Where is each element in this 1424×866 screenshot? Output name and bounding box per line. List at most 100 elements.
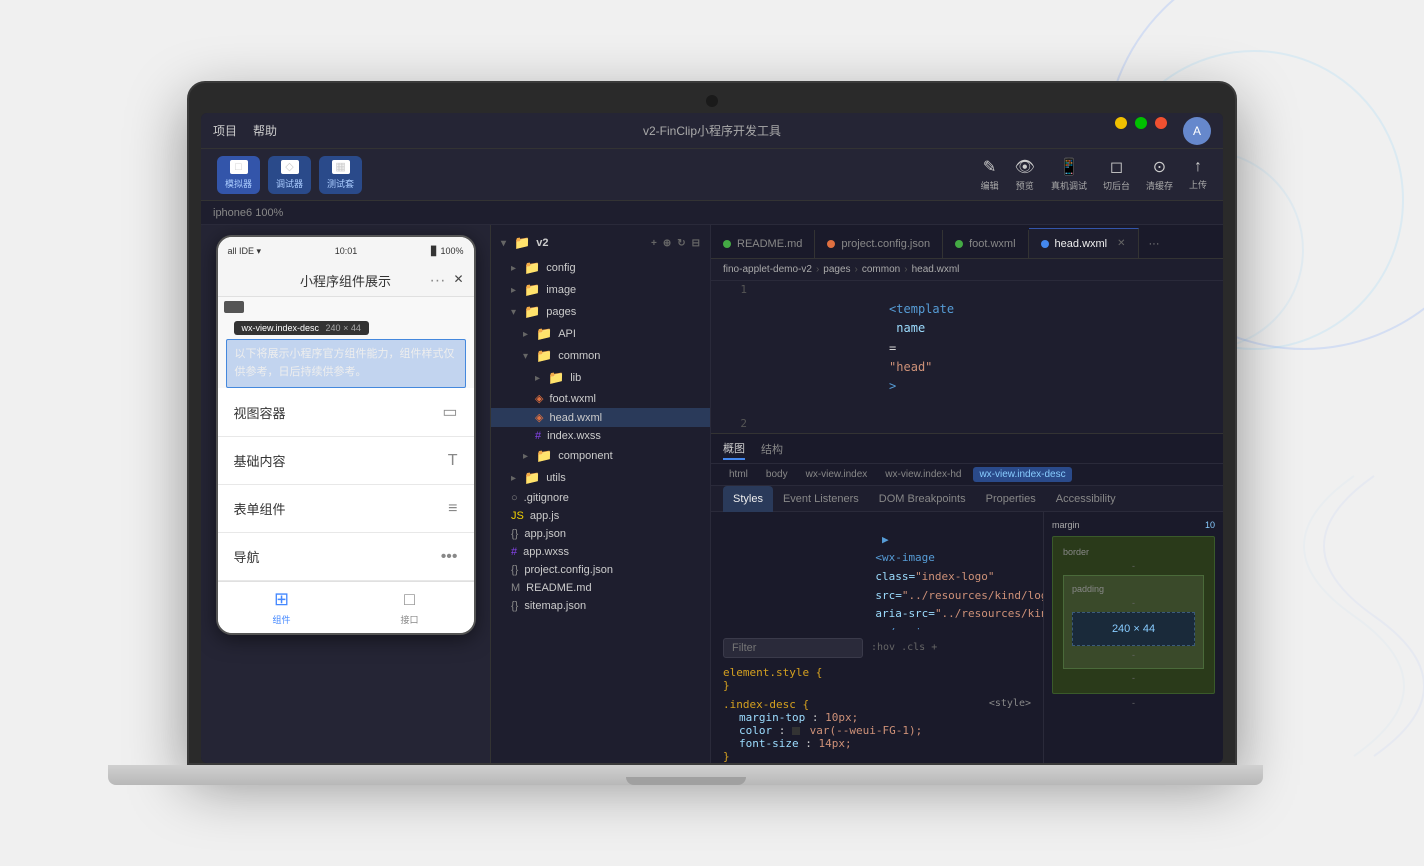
refresh-icon[interactable]: ↻ bbox=[677, 238, 685, 249]
breadcrumb: fino-applet-demo-v2 › pages › common › h… bbox=[711, 259, 1223, 281]
code-editor[interactable]: 1 <template name = "head" > 2 bbox=[711, 281, 1223, 433]
minimize-btn[interactable] bbox=[1115, 117, 1127, 129]
file-item-foot-wxml[interactable]: ◈ foot.wxml bbox=[491, 389, 710, 408]
inspector-tab-a11y[interactable]: Accessibility bbox=[1046, 486, 1126, 512]
toolbar-btn-test[interactable]: ▦ 测试套 bbox=[319, 156, 362, 194]
file-item-common[interactable]: 📁 common bbox=[491, 345, 710, 367]
breadcrumb-item-3: head.wxml bbox=[912, 264, 960, 275]
tab-bar: README.md project.config.json foot.wxml bbox=[711, 225, 1223, 259]
file-item-app-json[interactable]: {} app.json bbox=[491, 525, 710, 543]
maximize-btn[interactable] bbox=[1135, 117, 1147, 129]
toolbar-edit[interactable]: ✎ 编辑 bbox=[981, 157, 999, 192]
file-item-app-js[interactable]: JS app.js bbox=[491, 507, 710, 525]
toolbar-preview[interactable]: 👁 预览 bbox=[1015, 157, 1035, 192]
file-item-api[interactable]: 📁 API bbox=[491, 323, 710, 345]
background-label: 切后台 bbox=[1103, 179, 1130, 192]
file-item-sitemap[interactable]: {} sitemap.json bbox=[491, 597, 710, 615]
margin-bot-val: - bbox=[1052, 698, 1215, 708]
box-inner-border: padding - 240 × 44 - bbox=[1063, 575, 1204, 669]
tab-head-wxml[interactable]: head.wxml ✕ bbox=[1029, 228, 1139, 258]
list-item-basic[interactable]: 基础内容 T bbox=[218, 437, 474, 485]
utils-folder-icon: 📁 bbox=[524, 470, 540, 486]
tab-project-config[interactable]: project.config.json bbox=[815, 230, 943, 258]
phone-title-bar: 小程序组件展示 ··· ✕ bbox=[218, 265, 474, 297]
selected-element: 以下将展示小程序官方组件能力，组件样式仅供参考，日后持续供参考。 bbox=[226, 339, 466, 388]
toolbar-background[interactable]: ◻ 切后台 bbox=[1103, 157, 1130, 192]
device-debug-label: 真机调试 bbox=[1051, 179, 1087, 192]
file-item-gitignore[interactable]: ○ .gitignore bbox=[491, 489, 710, 507]
tab-more[interactable]: ··· bbox=[1139, 230, 1170, 258]
inspector-tab-event[interactable]: Event Listeners bbox=[773, 486, 869, 512]
status-left: all IDE ▾ bbox=[228, 246, 262, 257]
app-js-label: app.js bbox=[530, 510, 559, 522]
html-bc-body[interactable]: body bbox=[760, 467, 794, 482]
phone-nav-components[interactable]: ⊞ 组件 bbox=[218, 582, 346, 633]
html-bc-index[interactable]: wx-view.index bbox=[800, 467, 874, 482]
toolbar-clear-cache[interactable]: ⊙ 清缓存 bbox=[1146, 157, 1173, 192]
close-btn[interactable] bbox=[1155, 117, 1167, 129]
debugger-label: 调试器 bbox=[276, 177, 303, 190]
toolbar-upload[interactable]: ↑ 上传 bbox=[1189, 158, 1207, 191]
html-bc-html[interactable]: html bbox=[723, 467, 754, 482]
tab-readme[interactable]: README.md bbox=[711, 230, 815, 258]
gitignore-label: .gitignore bbox=[524, 492, 569, 504]
tab-close-icon[interactable]: ✕ bbox=[1117, 238, 1125, 249]
html-inspector[interactable]: ▶ <wx-image class="index-logo" src="../r… bbox=[711, 512, 1043, 630]
inspector-tab-props[interactable]: Properties bbox=[976, 486, 1046, 512]
tab-head-label: head.wxml bbox=[1055, 238, 1108, 250]
file-item-app-wxss[interactable]: # app.wxss bbox=[491, 543, 710, 561]
file-item-index-wxss[interactable]: # index.wxss bbox=[491, 427, 710, 445]
file-item-project-config[interactable]: {} project.config.json bbox=[491, 561, 710, 579]
laptop-hinge bbox=[626, 777, 746, 785]
file-item-readme[interactable]: M README.md bbox=[491, 579, 710, 597]
html-bc-desc[interactable]: wx-view.index-desc bbox=[973, 467, 1071, 482]
new-file-icon[interactable]: + bbox=[651, 238, 657, 249]
bottom-tabs: 概图 结构 bbox=[711, 434, 1223, 464]
list-item-views[interactable]: 视图容器 ▭ bbox=[218, 388, 474, 437]
toolbar-btn-simulator[interactable]: □ 模拟器 bbox=[217, 156, 260, 194]
list-item-nav[interactable]: 导航 ••• bbox=[218, 533, 474, 581]
inspector-tab-styles[interactable]: Styles bbox=[723, 486, 773, 512]
file-item-component[interactable]: 📁 component bbox=[491, 445, 710, 467]
components-nav-icon: ⊞ bbox=[274, 589, 289, 610]
toolbar-btn-debugger[interactable]: ◇ 调试器 bbox=[268, 156, 311, 194]
file-item-lib[interactable]: 📁 lib bbox=[491, 367, 710, 389]
inspector-tab-dom[interactable]: DOM Breakpoints bbox=[869, 486, 976, 512]
bottom-tab-output[interactable]: 结构 bbox=[761, 439, 783, 459]
preview-icon: 👁 bbox=[1015, 157, 1035, 177]
api-folder-icon: 📁 bbox=[536, 326, 552, 342]
clear-cache-icon: ⊙ bbox=[1153, 157, 1166, 177]
file-item-head-wxml[interactable]: ◈ head.wxml bbox=[491, 408, 710, 427]
phone-status-bar: all IDE ▾ 10:01 ▊ 100% bbox=[218, 237, 474, 265]
file-item-utils[interactable]: 📁 utils bbox=[491, 467, 710, 489]
filter-input[interactable] bbox=[723, 638, 863, 658]
new-folder-icon[interactable]: ⊕ bbox=[663, 238, 671, 249]
file-item-pages[interactable]: 📁 pages bbox=[491, 301, 710, 323]
tooltip-container: wx-view.index-desc 240 × 44 bbox=[218, 315, 474, 339]
tab-foot-wxml[interactable]: foot.wxml bbox=[943, 230, 1028, 258]
phone-nav-interface[interactable]: □ 接口 bbox=[346, 582, 474, 633]
menu-help[interactable]: 帮助 bbox=[253, 122, 277, 139]
toolbar-device-debug[interactable]: 📱 真机调试 bbox=[1051, 157, 1087, 192]
html-bc-hd[interactable]: wx-view.index-hd bbox=[879, 467, 967, 482]
breadcrumb-item-2: common bbox=[862, 264, 900, 275]
menu-bar: 项目 帮助 bbox=[213, 122, 277, 139]
component-folder-icon: 📁 bbox=[536, 448, 552, 464]
project-config-label: project.config.json bbox=[524, 564, 613, 576]
lib-chevron bbox=[535, 373, 540, 384]
laptop-base bbox=[108, 765, 1263, 785]
common-folder-icon: 📁 bbox=[536, 348, 552, 364]
style-source: <style> bbox=[989, 698, 1031, 711]
app-wxss-icon: # bbox=[511, 546, 517, 558]
file-item-image[interactable]: 📁 image bbox=[491, 279, 710, 301]
collapse-icon[interactable]: ⊟ bbox=[692, 238, 700, 249]
menu-project[interactable]: 项目 bbox=[213, 122, 237, 139]
project-config-icon: {} bbox=[511, 564, 518, 576]
status-right: ▊ 100% bbox=[431, 246, 463, 257]
bottom-tab-preview[interactable]: 概图 bbox=[723, 438, 745, 460]
list-item-form[interactable]: 表单组件 ≡ bbox=[218, 485, 474, 533]
file-item-config[interactable]: 📁 config bbox=[491, 257, 710, 279]
device-bar: iphone6 100% bbox=[201, 201, 1223, 225]
box-model-panel: margin 10 border - padding - bbox=[1043, 512, 1223, 763]
box-model-outer: border - padding - 240 × 44 - bbox=[1052, 536, 1215, 694]
